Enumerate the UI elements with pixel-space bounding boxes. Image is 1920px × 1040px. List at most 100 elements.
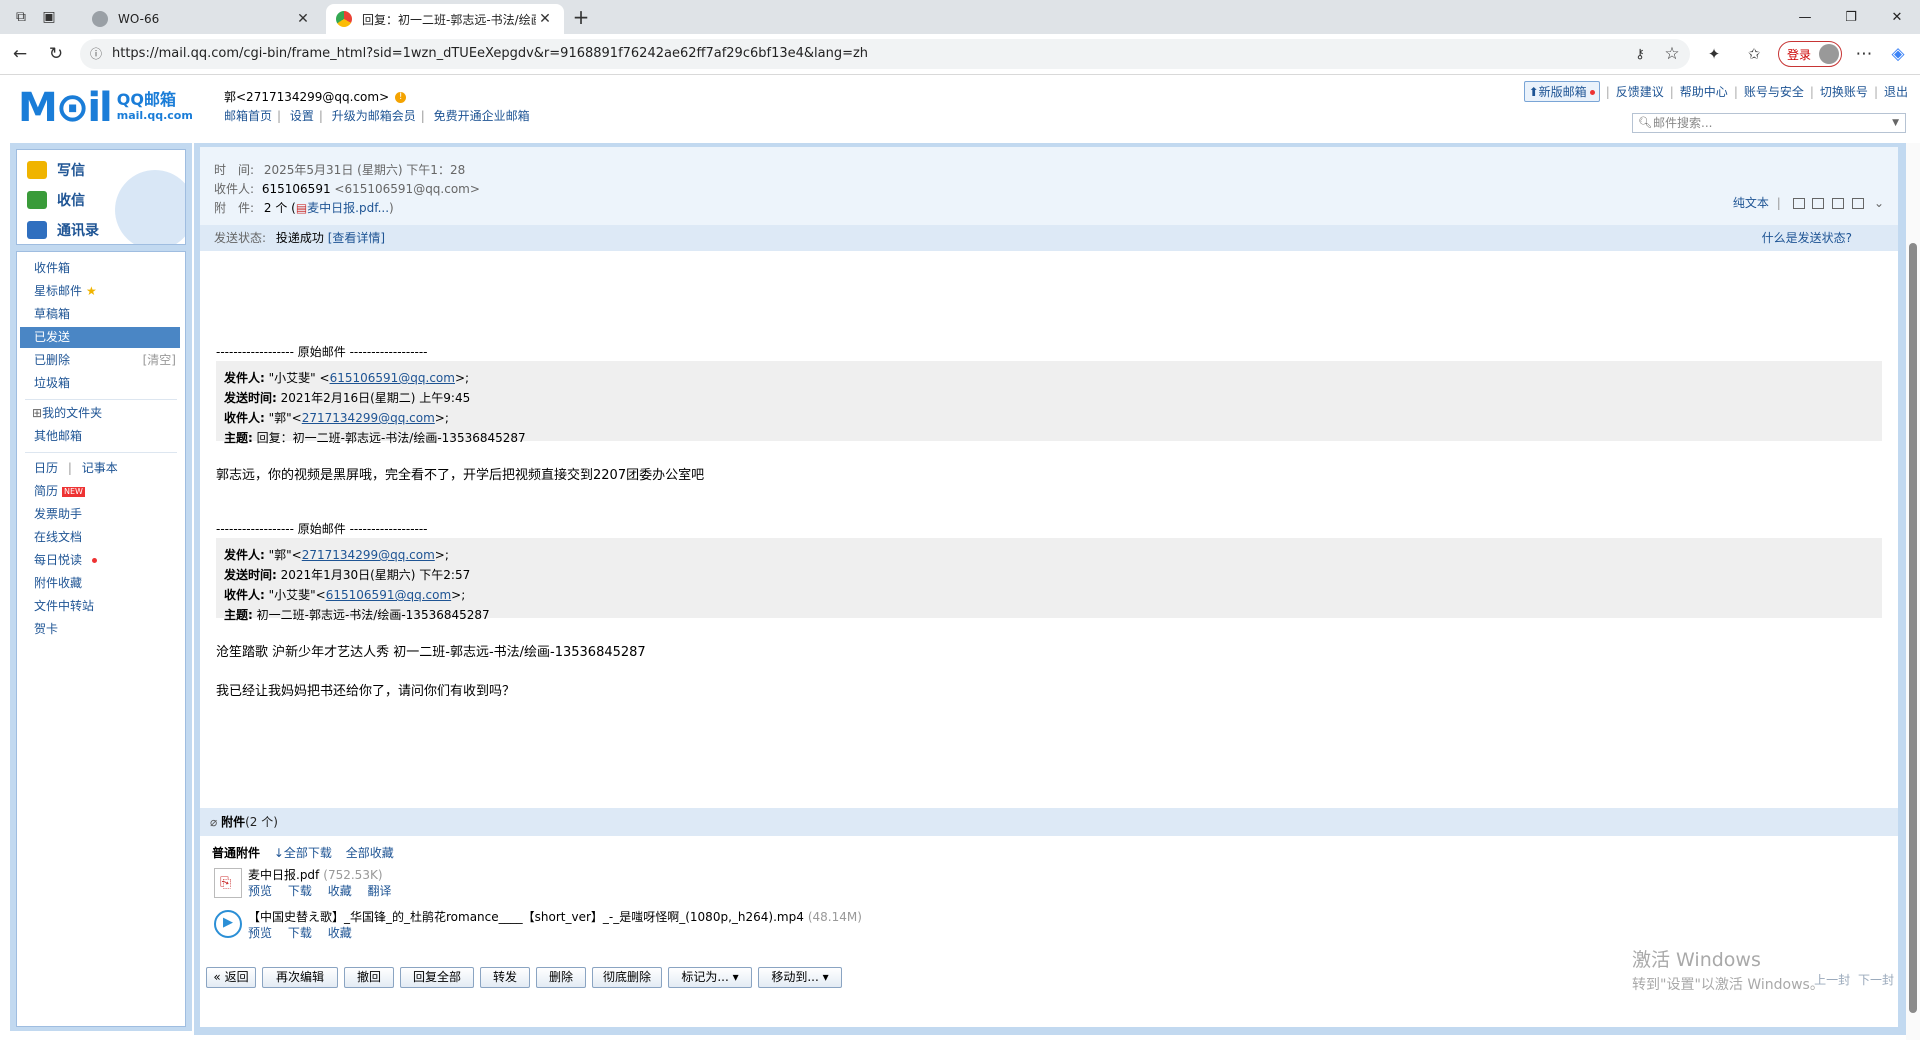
app-attachment-collect[interactable]: 附件收藏 bbox=[20, 573, 180, 594]
close-window-button[interactable]: ✕ bbox=[1874, 0, 1920, 34]
app-docs[interactable]: 在线文档 bbox=[20, 527, 180, 548]
link-help[interactable]: 帮助中心 bbox=[1680, 83, 1728, 100]
move-to-dropdown[interactable]: 移动到... ▾ bbox=[758, 967, 842, 988]
site-info-icon[interactable]: ⓘ bbox=[90, 39, 102, 69]
to-label: 收件人: bbox=[214, 182, 255, 196]
minimize-button[interactable]: — bbox=[1782, 0, 1828, 34]
compose-button[interactable]: 写信 bbox=[27, 158, 85, 182]
to-email-link[interactable]: 615106591@qq.com bbox=[326, 588, 451, 602]
recall-button[interactable]: 撤回 bbox=[344, 967, 394, 988]
link-logout[interactable]: 退出 bbox=[1884, 83, 1908, 100]
qq-mail-logo[interactable]: M⊙il QQ邮箱 mail.qq.com bbox=[18, 85, 193, 131]
attachment-name[interactable]: 【中国史替え歌】_华国锋_的_杜鹃花romance____【short_ver】… bbox=[248, 910, 804, 924]
print-icon[interactable] bbox=[1852, 198, 1865, 209]
collect-link[interactable]: 收藏 bbox=[328, 884, 352, 898]
empty-trash-link[interactable]: [清空] bbox=[143, 350, 176, 371]
permanent-delete-button[interactable]: 彻底删除 bbox=[592, 967, 662, 988]
link-switch-account[interactable]: 切换账号 bbox=[1820, 83, 1868, 100]
download-mail-icon[interactable] bbox=[1832, 198, 1845, 209]
forward-button[interactable]: 转发 bbox=[480, 967, 530, 988]
to-name[interactable]: 615106591 bbox=[262, 182, 331, 196]
download-link[interactable]: 下载 bbox=[288, 884, 312, 898]
plain-text-link[interactable]: 纯文本 bbox=[1733, 196, 1769, 210]
expand-icon[interactable]: ⌄ bbox=[1874, 196, 1884, 210]
from-suffix: >; bbox=[454, 371, 470, 385]
copy-icon[interactable] bbox=[1812, 198, 1825, 209]
app-cards[interactable]: 贺卡 bbox=[20, 619, 180, 640]
tab-actions-icon[interactable]: ▣ bbox=[38, 6, 60, 28]
link-upgrade-vip[interactable]: 升级为邮箱会员 bbox=[332, 109, 416, 123]
notes-link[interactable]: 记事本 bbox=[82, 461, 118, 475]
tab-qq-mail[interactable]: 回复：初一二班-郭志远-书法/绘画 ✕ bbox=[326, 4, 564, 34]
edit-again-button[interactable]: 再次编辑 bbox=[262, 967, 338, 988]
calendar-link[interactable]: 日历 bbox=[34, 461, 58, 475]
attachments-count: (2 个) bbox=[245, 815, 278, 829]
back-button[interactable]: « 返回 bbox=[206, 967, 256, 988]
from-email-link[interactable]: 615106591@qq.com bbox=[330, 371, 455, 385]
collect-all-link[interactable]: 全部收藏 bbox=[346, 846, 394, 860]
other-mailboxes[interactable]: 其他邮箱 bbox=[20, 426, 180, 447]
new-window-icon[interactable] bbox=[1792, 198, 1805, 209]
password-key-icon[interactable]: ⚷ bbox=[1628, 42, 1652, 66]
more-menu-icon[interactable]: ⋯ bbox=[1852, 42, 1876, 66]
preview-link[interactable]: 预览 bbox=[248, 926, 272, 940]
to-email-link[interactable]: 2717134299@qq.com bbox=[302, 411, 435, 425]
date-value: 2021年2月16日(星期二) 上午9:45 bbox=[280, 391, 471, 405]
attachment-name[interactable]: 麦中日报.pdf bbox=[248, 868, 319, 882]
from-email-link[interactable]: 2717134299@qq.com bbox=[302, 548, 435, 562]
link-feedback[interactable]: 反馈建议 bbox=[1616, 83, 1664, 100]
folder-starred[interactable]: 星标邮件 ★ bbox=[20, 281, 180, 302]
meta-attachments: 附 件: 2 个 (▤麦中日报.pdf...) bbox=[214, 199, 394, 216]
next-mail-link[interactable]: 下一封 bbox=[1858, 973, 1894, 987]
translate-link[interactable]: 翻译 bbox=[368, 884, 392, 898]
mark-as-dropdown[interactable]: 标记为... ▾ bbox=[668, 967, 752, 988]
preview-link[interactable]: 预览 bbox=[248, 884, 272, 898]
delete-button[interactable]: 删除 bbox=[536, 967, 586, 988]
url-field[interactable]: ⓘ https://mail.qq.com/cgi-bin/frame_html… bbox=[80, 39, 1690, 69]
collect-link[interactable]: 收藏 bbox=[328, 926, 352, 940]
mail-search-input[interactable]: 🔍︎ 邮件搜索... ▼ bbox=[1632, 113, 1906, 133]
favorite-star-icon[interactable]: ☆ bbox=[1660, 42, 1684, 66]
folder-sent[interactable]: 已发送 bbox=[20, 327, 180, 348]
attach-link[interactable]: 麦中日报.pdf... bbox=[307, 201, 389, 215]
back-icon[interactable]: ← bbox=[8, 42, 32, 66]
tab-wo-66[interactable]: WO-66 ✕ bbox=[82, 4, 322, 34]
new-version-button[interactable]: ⬆新版邮箱 bbox=[1523, 81, 1600, 102]
favorites-bar-icon[interactable]: ✩ bbox=[1742, 42, 1766, 66]
app-daily-read[interactable]: 每日悦读 bbox=[20, 550, 180, 571]
folder-inbox[interactable]: 收件箱 bbox=[20, 258, 180, 279]
folder-drafts[interactable]: 草稿箱 bbox=[20, 304, 180, 325]
folder-spam[interactable]: 垃圾箱 bbox=[20, 373, 180, 394]
receive-button[interactable]: 收信 bbox=[27, 188, 85, 212]
reload-icon[interactable]: ↻ bbox=[44, 42, 68, 66]
folder-deleted[interactable]: 已删除 [清空] bbox=[20, 350, 180, 371]
link-settings[interactable]: 设置 bbox=[290, 109, 314, 123]
app-file-transfer[interactable]: 文件中转站 bbox=[20, 596, 180, 617]
time-label: 时 间: bbox=[214, 163, 255, 177]
link-enterprise[interactable]: 免费开通企业邮箱 bbox=[434, 109, 530, 123]
reply-all-button[interactable]: 回复全部 bbox=[400, 967, 474, 988]
view-details-link[interactable]: [查看详情] bbox=[328, 231, 385, 245]
app-invoice[interactable]: 发票助手 bbox=[20, 504, 180, 525]
app-resume[interactable]: 简历 NEW bbox=[20, 481, 180, 502]
new-tab-button[interactable]: + bbox=[570, 5, 592, 29]
my-folders[interactable]: ⊞我的文件夹 bbox=[20, 403, 180, 424]
copilot-icon[interactable]: ◈ bbox=[1886, 42, 1910, 66]
link-account-security[interactable]: 账号与安全 bbox=[1744, 83, 1804, 100]
link-mail-home[interactable]: 邮箱首页 bbox=[224, 109, 272, 123]
warning-icon[interactable]: ! bbox=[395, 92, 407, 103]
login-button[interactable]: 登录 bbox=[1778, 41, 1842, 67]
extensions-icon[interactable]: ✦ bbox=[1702, 42, 1726, 66]
download-all-link[interactable]: 全部下载 bbox=[284, 846, 332, 860]
close-tab-icon[interactable]: ✕ bbox=[294, 11, 312, 27]
what-is-send-status-link[interactable]: 什么是发送状态? bbox=[1762, 225, 1852, 251]
page-scrollbar[interactable] bbox=[1906, 143, 1920, 1040]
workspaces-icon[interactable]: ⧉ bbox=[10, 6, 32, 28]
restore-button[interactable]: ❐ bbox=[1828, 0, 1874, 34]
download-link[interactable]: 下载 bbox=[288, 926, 312, 940]
close-tab-icon[interactable]: ✕ bbox=[536, 11, 554, 27]
scrollbar-thumb[interactable] bbox=[1909, 243, 1917, 1013]
attach-count: 2 个 ( bbox=[263, 201, 296, 215]
contacts-button[interactable]: 通讯录 bbox=[27, 218, 99, 242]
chevron-down-icon[interactable]: ▼ bbox=[1892, 114, 1899, 132]
